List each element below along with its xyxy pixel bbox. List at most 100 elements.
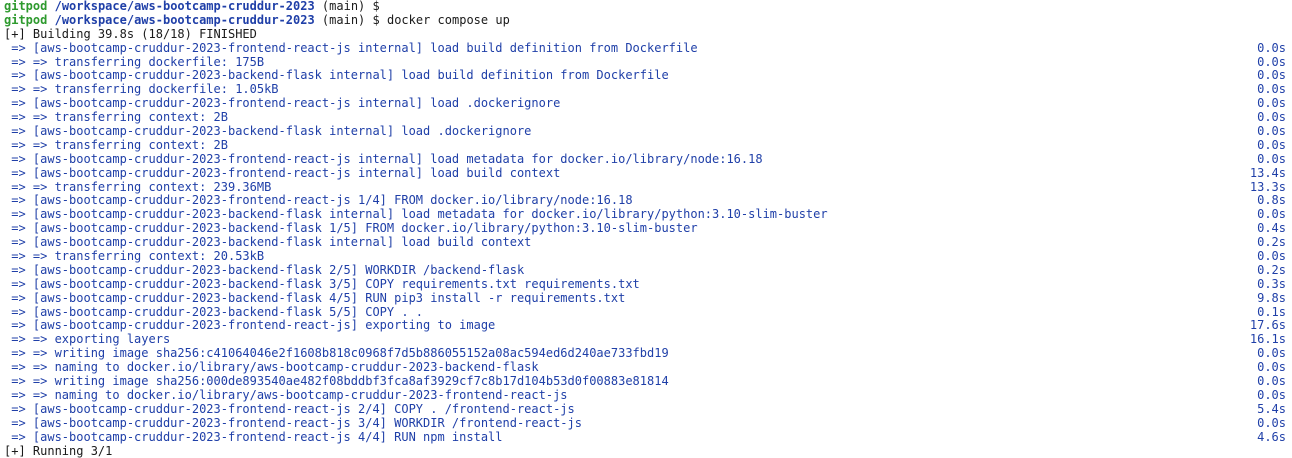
prompt-path: /workspace/aws-bootcamp-cruddur-2023 [54,12,315,27]
terminal-output[interactable]: gitpod /workspace/aws-bootcamp-cruddur-2… [4,0,1290,458]
build-step-text: => [aws-bootcamp-cruddur-2023-backend-fl… [4,276,640,291]
build-step-text: => => transferring context: 2B [4,137,228,152]
build-step-time: 0.0s [1257,249,1286,264]
build-step-line: => => transferring context: 239.36MB 13.3… [4,179,1290,195]
build-step-text: => [aws-bootcamp-cruddur-2023-backend-fl… [4,68,669,83]
build-step-line: => [aws-bootcamp-cruddur-2023-frontend-r… [4,415,1290,431]
build-step-line: => [aws-bootcamp-cruddur-2023-backend-fl… [4,276,1290,292]
build-header: [+] Building 39.8s (18/18) FINISHED [4,26,257,41]
build-step-text: => => writing image sha256:c41064046e2f1… [4,346,669,361]
build-step-text: => => naming to docker.io/library/aws-bo… [4,360,539,375]
build-step-time: 0.0s [1257,110,1286,125]
build-step-line: => [aws-bootcamp-cruddur-2023-frontend-r… [4,429,1290,445]
build-step-time: 4.6s [1257,429,1286,444]
build-step-text: => => writing image sha256:000de893540ae… [4,374,669,389]
prompt-sign: $ [372,12,380,27]
command-text: docker compose up [386,12,510,27]
build-step-line: => => naming to docker.io/library/aws-bo… [4,360,1290,375]
build-step-time: 0.0s [1257,40,1286,55]
build-step-time: 16.1s [1249,332,1286,347]
build-step-line: => [aws-bootcamp-cruddur-2023-backend-fl… [4,221,1290,236]
build-step-time: 0.0s [1257,96,1286,111]
build-step-text: => => transferring context: 239.36MB [4,179,272,194]
build-step-time: 0.0s [1257,151,1286,166]
build-step-line: => [aws-bootcamp-cruddur-2023-backend-fl… [4,69,1290,83]
build-step-line: => => transferring context: 2B 0.0s [4,137,1290,153]
build-step-time: 5.4s [1257,401,1286,416]
build-step-line: => [aws-bootcamp-cruddur-2023-frontend-r… [4,151,1290,167]
build-step-text: => [aws-bootcamp-cruddur-2023-frontend-r… [4,40,698,55]
build-step-text: => => transferring dockerfile: 1.05kB [4,82,279,97]
build-step-text: => [aws-bootcamp-cruddur-2023-frontend-r… [4,193,633,208]
build-step-text: => [aws-bootcamp-cruddur-2023-backend-fl… [4,221,698,236]
build-step-text: => [aws-bootcamp-cruddur-2023-backend-fl… [4,262,525,277]
build-step-text: => [aws-bootcamp-cruddur-2023-frontend-r… [4,318,496,333]
build-step-text: => [aws-bootcamp-cruddur-2023-frontend-r… [4,165,561,180]
build-step-text: => [aws-bootcamp-cruddur-2023-backend-fl… [4,235,532,250]
build-step-line: => [aws-bootcamp-cruddur-2023-frontend-r… [4,194,1290,208]
build-step-time: 0.0s [1257,124,1286,139]
build-step-line: => [aws-bootcamp-cruddur-2023-backend-fl… [4,207,1290,222]
build-step-time: 0.0s [1257,207,1286,222]
build-step-line: => => transferring dockerfile: 175B 0.0s [4,54,1290,70]
build-step-text: => [aws-bootcamp-cruddur-2023-frontend-r… [4,401,575,416]
build-step-text: => => transferring context: 2B [4,110,228,125]
build-step-line: => => naming to docker.io/library/aws-bo… [4,387,1290,403]
prompt-user: gitpod [4,0,48,13]
build-step-line: => => writing image sha256:000de893540ae… [4,374,1290,389]
build-step-text: => => exporting layers [4,332,171,347]
build-step-time: 0.0s [1257,82,1286,97]
prompt-branch: (main) [321,12,366,27]
build-step-text: => [aws-bootcamp-cruddur-2023-frontend-r… [4,96,561,111]
build-step-line: => [aws-bootcamp-cruddur-2023-backend-fl… [4,290,1290,306]
build-step-text: => [aws-bootcamp-cruddur-2023-frontend-r… [4,151,763,166]
build-step-text: => [aws-bootcamp-cruddur-2023-frontend-r… [4,415,582,430]
build-step-line: => => transferring dockerfile: 1.05kB 0.0… [4,82,1290,97]
build-step-time: 0.0s [1257,346,1286,361]
build-step-time: 0.0s [1257,387,1286,402]
build-step-time: 0.3s [1257,276,1286,291]
build-step-text: => [aws-bootcamp-cruddur-2023-backend-fl… [4,124,532,139]
build-step-time: 0.0s [1257,415,1286,430]
prompt-user: gitpod [4,12,48,27]
running-footer: [+] Running 3/1 [4,443,113,458]
build-step-line: => [aws-bootcamp-cruddur-2023-backend-fl… [4,235,1290,250]
build-step-text: => [aws-bootcamp-cruddur-2023-backend-fl… [4,207,828,222]
command-line: gitpod /workspace/aws-bootcamp-cruddur-2… [4,12,1290,28]
build-step-time: 0.0s [1257,54,1286,69]
build-step-text: => [aws-bootcamp-cruddur-2023-frontend-r… [4,429,503,444]
build-step-text: => => transferring context: 20.53kB [4,249,265,264]
build-step-line: => => transferring context: 20.53kB 0.0s [4,249,1290,264]
build-step-time: 0.2s [1257,235,1286,250]
build-step-time: 0.0s [1257,68,1286,83]
build-step-text: => => naming to docker.io/library/aws-bo… [4,387,568,402]
build-step-time: 9.8s [1257,290,1286,305]
build-step-line: => [aws-bootcamp-cruddur-2023-frontend-r… [4,96,1290,111]
prompt-branch: (main) [321,0,366,13]
build-step-line: => [aws-bootcamp-cruddur-2023-frontend-r… [4,401,1290,417]
build-step-time: 13.4s [1249,165,1286,180]
build-step-time: 0.4s [1257,221,1286,236]
build-step-line: => [aws-bootcamp-cruddur-2023-frontend-r… [4,165,1290,181]
prompt-line: gitpod /workspace/aws-bootcamp-cruddur-2… [4,0,1290,14]
build-step-time: 0.2s [1257,262,1286,277]
build-step-text: => [aws-bootcamp-cruddur-2023-backend-fl… [4,304,424,319]
build-step-line: => [aws-bootcamp-cruddur-2023-backend-fl… [4,304,1290,320]
build-step-time: 0.0s [1257,374,1286,389]
build-step-time: 0.0s [1257,360,1286,375]
build-steps: => [aws-bootcamp-cruddur-2023-frontend-r… [4,40,1290,445]
build-step-text: => [aws-bootcamp-cruddur-2023-backend-fl… [4,290,626,305]
build-step-time: 0.1s [1257,304,1286,319]
prompt-path: /workspace/aws-bootcamp-cruddur-2023 [54,0,315,13]
build-step-line: => => transferring context: 2B 0.0s [4,110,1290,125]
build-step-line: => => writing image sha256:c41064046e2f1… [4,346,1290,361]
build-step-time: 17.6s [1249,318,1286,333]
build-step-time: 13.3s [1249,179,1286,194]
prompt-sign: $ [372,0,380,13]
build-step-line: => [aws-bootcamp-cruddur-2023-backend-fl… [4,124,1290,139]
build-step-line: => [aws-bootcamp-cruddur-2023-frontend-r… [4,319,1290,333]
build-step-line: => [aws-bootcamp-cruddur-2023-frontend-r… [4,40,1290,56]
build-step-time: 0.0s [1257,137,1286,152]
build-step-text: => => transferring dockerfile: 175B [4,54,265,69]
build-step-line: => => exporting layers 16.1s [4,332,1290,347]
